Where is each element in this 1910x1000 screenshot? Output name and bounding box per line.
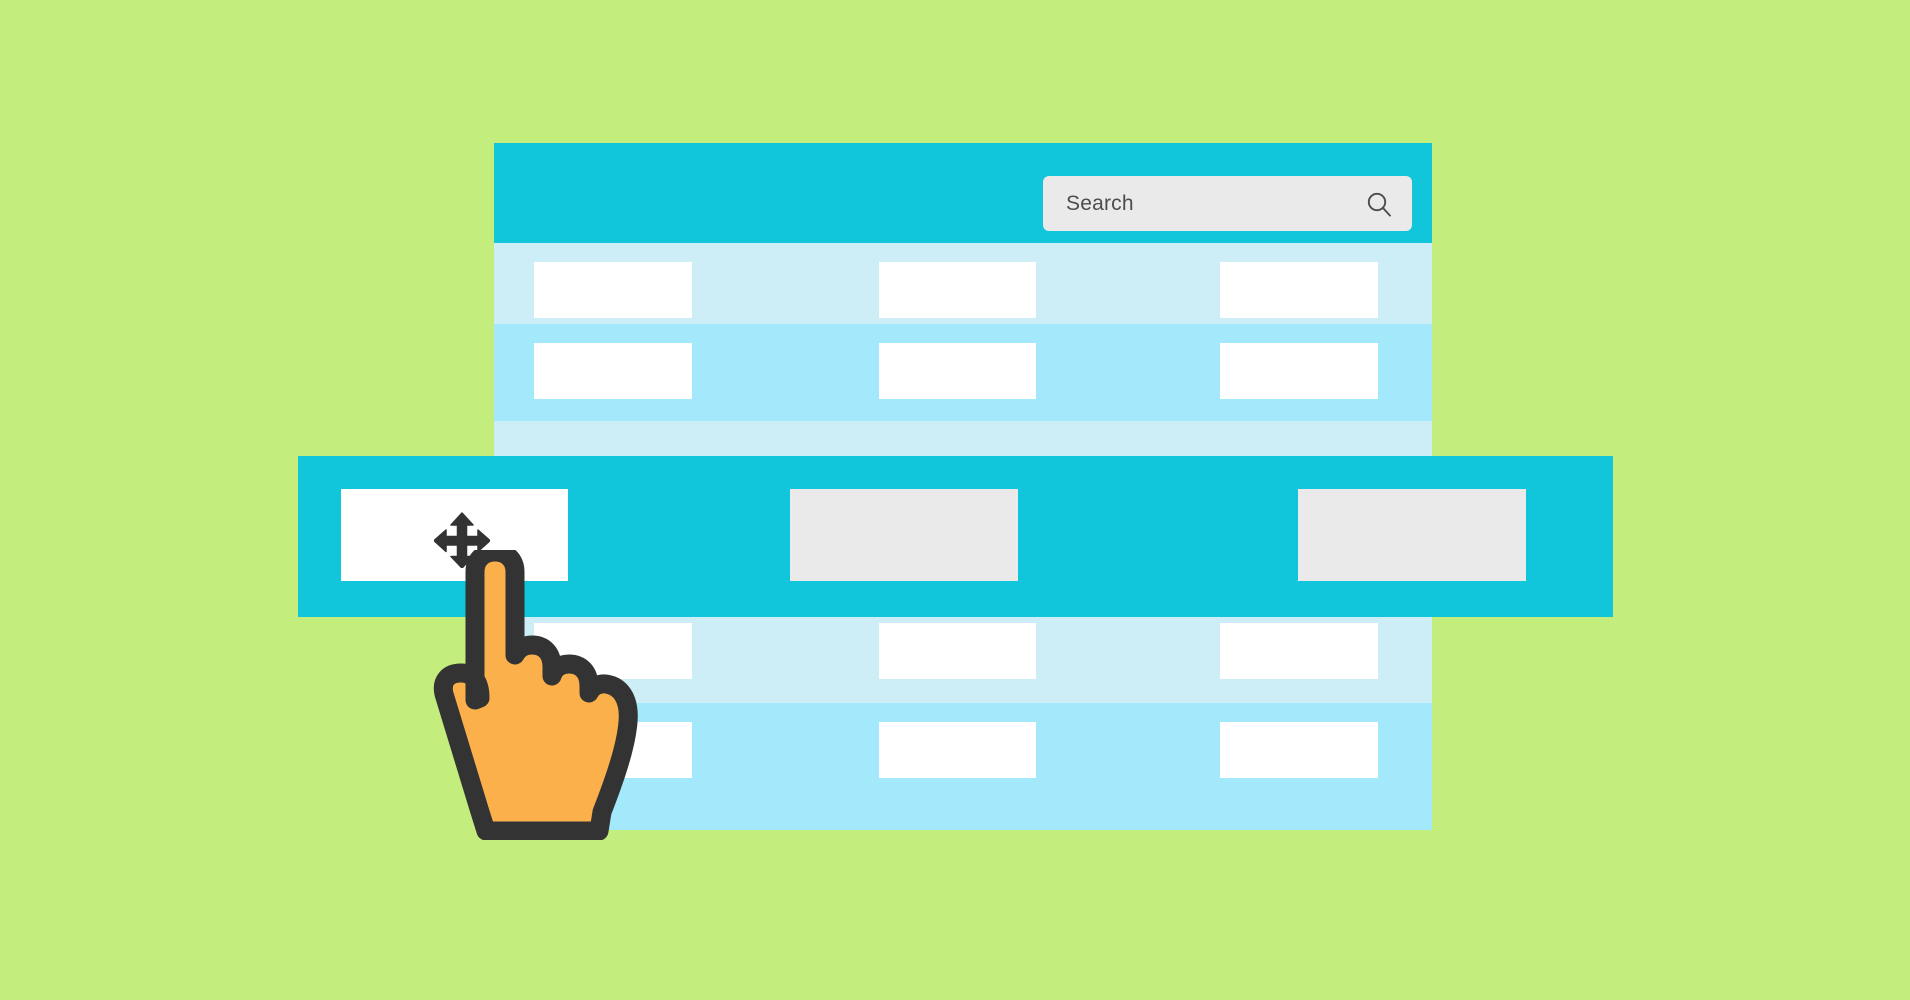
table-row[interactable] xyxy=(494,703,1432,830)
table-cell[interactable] xyxy=(1220,343,1378,399)
search-icon[interactable] xyxy=(1366,191,1392,217)
table-cell[interactable] xyxy=(1220,623,1378,679)
table-cell[interactable] xyxy=(879,343,1036,399)
dragged-table-cell[interactable] xyxy=(790,489,1018,581)
search-placeholder-text: Search xyxy=(1066,192,1134,215)
dragged-table-cell[interactable] xyxy=(341,489,568,581)
table-cell[interactable] xyxy=(879,262,1036,318)
canvas: Search xyxy=(0,0,1910,1000)
table-cell[interactable] xyxy=(534,623,692,679)
dragged-table-row[interactable] xyxy=(298,456,1613,617)
dragged-table-cell[interactable] xyxy=(1298,489,1526,581)
table-row[interactable] xyxy=(494,243,1432,324)
table-cell[interactable] xyxy=(534,262,692,318)
table-cell[interactable] xyxy=(534,343,692,399)
table-cell[interactable] xyxy=(879,623,1036,679)
table-cell[interactable] xyxy=(534,722,692,778)
table-row[interactable] xyxy=(494,324,1432,421)
table-cell[interactable] xyxy=(1220,262,1378,318)
search-input[interactable]: Search xyxy=(1043,176,1412,231)
table-header-bar: Search xyxy=(494,143,1432,243)
table-cell[interactable] xyxy=(879,722,1036,778)
table-cell[interactable] xyxy=(1220,722,1378,778)
